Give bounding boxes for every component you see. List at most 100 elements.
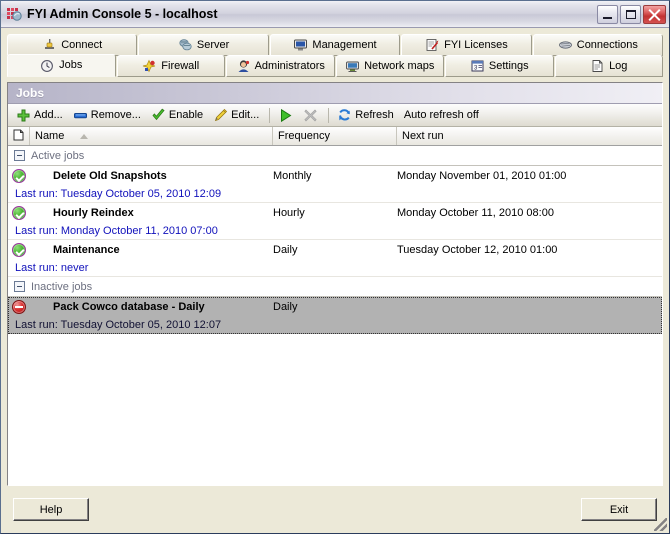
- job-name: Hourly Reindex: [53, 206, 134, 219]
- connect-icon: [42, 38, 57, 52]
- jobs-toolbar: Add... Remove... Enable Edit... Refresh …: [8, 104, 662, 127]
- tab-administrators-label: Administrators: [254, 59, 325, 72]
- enable-button[interactable]: Enable: [147, 106, 209, 125]
- job-last-run: Last run: Tuesday October 05, 2010 12:09: [15, 187, 222, 200]
- job-name: Pack Cowco database - Daily: [53, 300, 205, 313]
- remove-bar-icon: [73, 108, 88, 123]
- tab-network-maps-label: Network maps: [364, 59, 435, 72]
- tab-fyi-licenses[interactable]: FYI Licenses: [401, 34, 532, 56]
- stop-button[interactable]: [299, 106, 324, 125]
- status-enabled-icon: [8, 242, 30, 257]
- job-last-run: Last run: Monday October 11, 2010 07:00: [15, 224, 218, 237]
- edit-button-label: Edit...: [231, 109, 260, 121]
- toolbar-separator-1: [269, 107, 271, 123]
- app-squares-icon: [6, 6, 22, 22]
- table-row[interactable]: Delete Old Snapshots Monthly Monday Nove…: [8, 166, 662, 203]
- job-next-run: Monday October 11, 2010 08:00: [397, 206, 554, 219]
- plus-icon: [16, 108, 31, 123]
- job-frequency: Daily: [273, 300, 298, 313]
- remove-button-label: Remove...: [90, 109, 141, 121]
- tab-server[interactable]: Server: [138, 34, 269, 56]
- toolbar-separator-2: [328, 107, 330, 123]
- tab-log[interactable]: Log: [554, 55, 663, 77]
- tab-jobs[interactable]: Jobs: [7, 54, 116, 77]
- refresh-button[interactable]: Refresh: [333, 106, 400, 125]
- title-bar: FYI Admin Console 5 - localhost: [1, 1, 669, 28]
- server-icon: [178, 38, 193, 52]
- panel-title: Jobs: [16, 86, 45, 100]
- column-header-icon[interactable]: [8, 127, 30, 145]
- application-window: FYI Admin Console 5 - localhost Connect: [0, 0, 670, 534]
- window-title: FYI Admin Console 5 - localhost: [27, 6, 218, 21]
- group-header-active-jobs[interactable]: Active jobs: [8, 146, 662, 166]
- add-button-label: Add...: [34, 109, 63, 121]
- tab-settings-label: Settings: [488, 59, 529, 72]
- job-frequency: Monthly: [273, 169, 312, 182]
- maximize-button[interactable]: [620, 4, 641, 24]
- tab-connect-label: Connect: [61, 38, 103, 51]
- client-area: Connect Server Management FYI Licenses C…: [1, 29, 669, 533]
- help-button[interactable]: Help: [13, 498, 89, 521]
- tab-row-secondary: Jobs Firewall Administrators Network map…: [7, 54, 663, 77]
- column-header-frequency[interactable]: Frequency: [273, 127, 397, 145]
- tab-management-label: Management: [312, 38, 377, 51]
- add-button[interactable]: Add...: [12, 106, 69, 125]
- job-next-run: Tuesday October 12, 2010 01:00: [397, 243, 558, 256]
- tab-settings[interactable]: 3 Settings: [445, 55, 554, 77]
- list-column-header: Name Frequency Next run: [8, 127, 662, 146]
- resize-grip[interactable]: [654, 518, 667, 531]
- check-icon: [151, 108, 166, 123]
- tab-server-label: Server: [196, 38, 230, 51]
- refresh-icon: [337, 108, 352, 123]
- connections-icon: [558, 38, 573, 52]
- tab-row-primary: Connect Server Management FYI Licenses C…: [7, 34, 664, 56]
- tab-jobs-label: Jobs: [59, 59, 83, 71]
- window-controls: [597, 4, 666, 24]
- collapse-icon[interactable]: [14, 150, 25, 161]
- group-header-inactive-jobs[interactable]: Inactive jobs: [8, 277, 662, 297]
- column-header-frequency-label: Frequency: [278, 130, 330, 142]
- collapse-icon[interactable]: [14, 281, 25, 292]
- run-button[interactable]: [274, 106, 299, 125]
- edit-button[interactable]: Edit...: [209, 106, 265, 125]
- network-map-icon: [345, 59, 360, 73]
- page-glyph-icon: [13, 129, 24, 144]
- column-header-next-run[interactable]: Next run: [397, 127, 662, 145]
- administrator-icon: [236, 59, 251, 73]
- tab-firewall-label: Firewall: [161, 59, 200, 72]
- cancel-x-icon: [303, 108, 318, 123]
- log-icon: [590, 59, 605, 73]
- play-icon: [278, 108, 293, 123]
- table-row[interactable]: Hourly Reindex Hourly Monday October 11,…: [8, 203, 662, 240]
- status-enabled-icon: [8, 205, 30, 220]
- table-row[interactable]: Pack Cowco database - Daily Daily Last r…: [8, 297, 662, 334]
- column-header-name[interactable]: Name: [30, 127, 273, 145]
- pencil-icon: [213, 108, 228, 123]
- minimize-button[interactable]: [597, 4, 618, 24]
- license-icon: [425, 38, 440, 52]
- tab-administrators[interactable]: Administrators: [226, 55, 335, 77]
- tab-management[interactable]: Management: [269, 34, 401, 56]
- refresh-button-label: Refresh: [355, 109, 394, 121]
- job-name: Maintenance: [53, 243, 120, 256]
- clock-icon: [40, 59, 55, 73]
- column-header-name-label: Name: [35, 130, 65, 142]
- status-enabled-icon: [8, 168, 30, 183]
- exit-button[interactable]: Exit: [581, 498, 657, 521]
- close-button[interactable]: [643, 4, 666, 24]
- enable-button-label: Enable: [168, 109, 204, 121]
- remove-button[interactable]: Remove...: [69, 106, 147, 125]
- tab-connections[interactable]: Connections: [532, 34, 664, 56]
- sort-ascending-icon: [80, 133, 89, 139]
- tab-network-maps[interactable]: Network maps: [335, 55, 444, 77]
- jobs-panel: Jobs Add... Remove... Enable Edit... Ref…: [7, 82, 663, 486]
- group-header-active-jobs-label: Active jobs: [31, 149, 85, 162]
- table-row[interactable]: Maintenance Daily Tuesday October 12, 20…: [8, 240, 662, 277]
- panel-header: Jobs: [8, 83, 662, 104]
- tab-connect[interactable]: Connect: [7, 34, 138, 56]
- status-disabled-icon: [8, 299, 30, 314]
- tab-firewall[interactable]: Firewall: [116, 55, 225, 77]
- column-header-next-run-label: Next run: [402, 130, 444, 142]
- tab-log-label: Log: [609, 59, 628, 72]
- jobs-list[interactable]: Active jobs Delete Old Snapshots Monthly…: [8, 146, 662, 485]
